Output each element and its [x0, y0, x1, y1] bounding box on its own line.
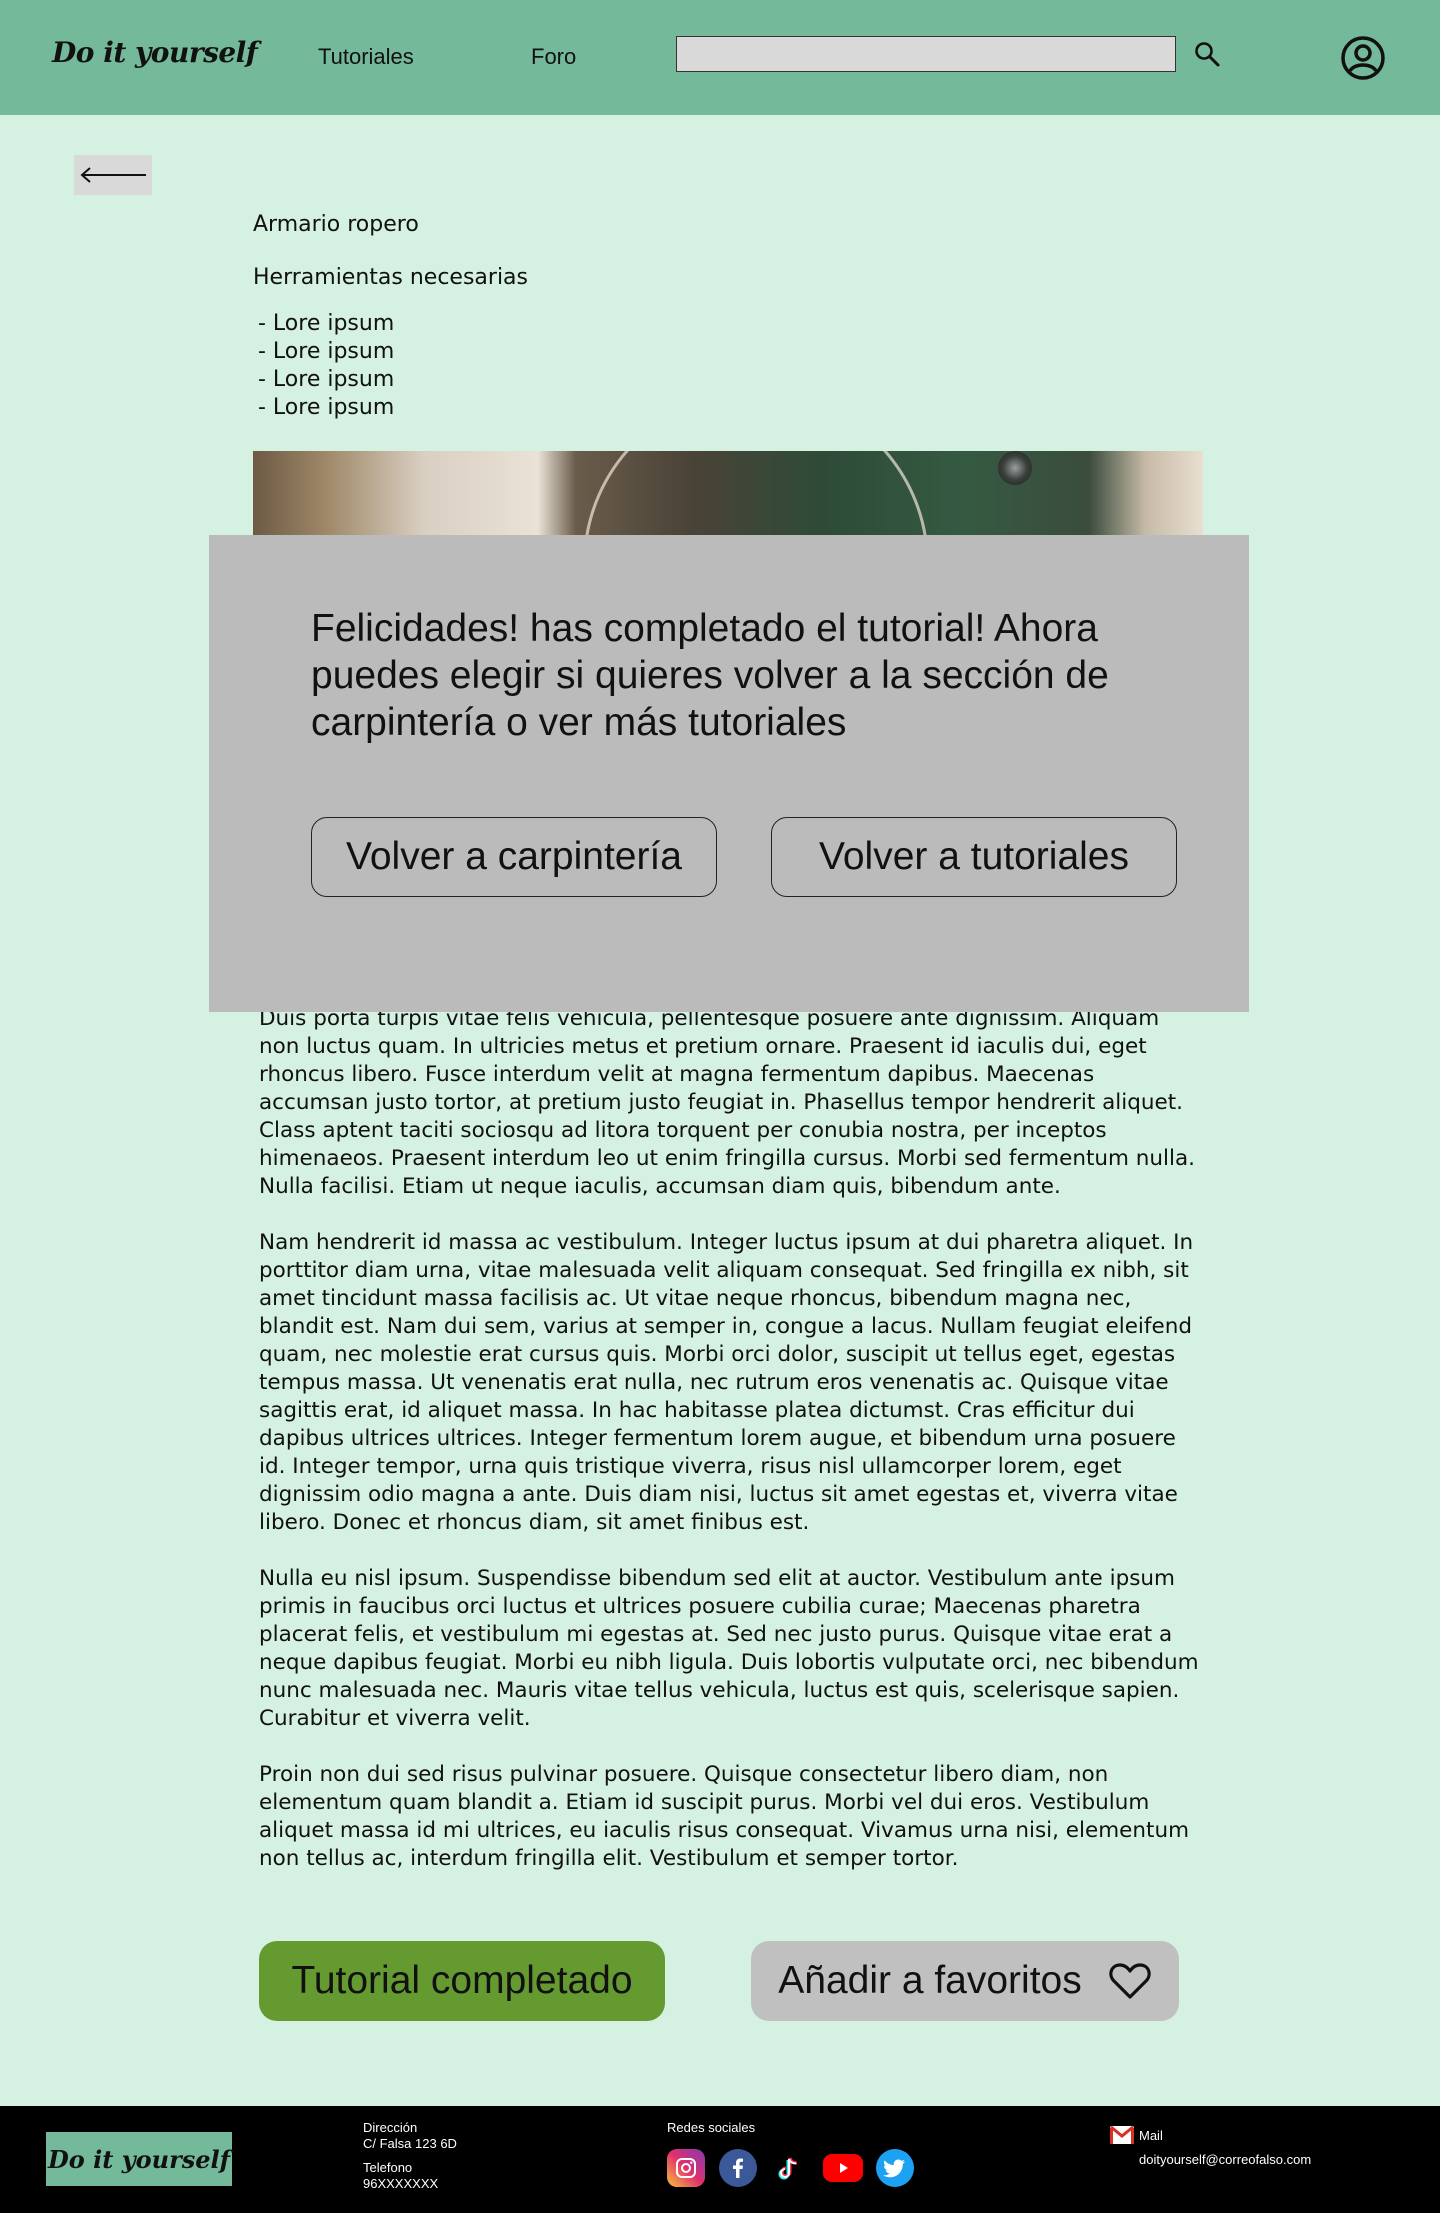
completion-modal: Felicidades! has completado el tutorial!… [209, 535, 1249, 1012]
instagram-icon[interactable] [667, 2149, 705, 2187]
tutorial-image [253, 451, 1203, 536]
nav-tutoriales[interactable]: Tutoriales [318, 44, 414, 70]
top-navbar: Do it yourself Tutoriales Foro [0, 0, 1440, 115]
back-button[interactable] [74, 155, 152, 195]
tools-heading: Herramientas necesarias [253, 265, 528, 290]
user-circle-icon[interactable] [1340, 35, 1386, 81]
paragraph: Proin non dui sed risus pulvinar posuere… [259, 1762, 1190, 1871]
search-icon[interactable] [1193, 40, 1223, 70]
modal-message: Felicidades! has completado el tutorial!… [311, 607, 1109, 744]
address-value: C/ Falsa 123 6D [363, 2136, 457, 2151]
nav-foro[interactable]: Foro [531, 44, 576, 70]
footer-logo[interactable]: Do it yourself [46, 2132, 232, 2186]
paragraph: Nulla eu nisl ipsum. Suspendisse bibendu… [259, 1566, 1199, 1731]
back-to-tutorials-button[interactable]: Volver a tutoriales [771, 817, 1177, 897]
favorite-label: Añadir a favoritos [778, 1959, 1082, 2002]
mail-icon [1110, 2126, 1134, 2144]
list-item: - Lore ipsum [258, 339, 395, 364]
paragraph: Duis porta turpis vitae felis vehicula, … [259, 1006, 1196, 1199]
list-item: - Lore ipsum [258, 395, 395, 420]
site-logo[interactable]: Do it yourself [52, 36, 258, 69]
youtube-icon[interactable] [823, 2154, 863, 2182]
footer: Do it yourself Dirección C/ Falsa 123 6D… [0, 2106, 1440, 2213]
article-body: Duis porta turpis vitae felis vehicula, … [259, 1005, 1199, 1901]
search-input[interactable] [676, 36, 1176, 72]
phone-value: 96XXXXXXX [363, 2176, 439, 2191]
tools-list: - Lore ipsum - Lore ipsum - Lore ipsum -… [258, 310, 394, 422]
address-label: Dirección [363, 2120, 418, 2135]
add-favorite-button[interactable]: Añadir a favoritos [751, 1941, 1179, 2021]
heart-icon [1109, 1963, 1151, 1999]
tutorial-complete-button[interactable]: Tutorial completado [259, 1941, 665, 2021]
phone-label: Telefono [363, 2160, 413, 2175]
mail-label: Mail [1139, 2128, 1163, 2143]
facebook-icon[interactable] [719, 2149, 757, 2187]
list-item: - Lore ipsum [258, 311, 395, 336]
tiktok-icon[interactable] [771, 2149, 809, 2187]
arrow-left-icon [80, 167, 146, 183]
social-label: Redes sociales [667, 2120, 756, 2135]
list-item: - Lore ipsum [258, 367, 395, 392]
paragraph: Nam hendrerit id massa ac vestibulum. In… [259, 1230, 1194, 1535]
back-to-carpentry-button[interactable]: Volver a carpintería [311, 817, 717, 897]
article-title: Armario ropero [253, 212, 419, 237]
twitter-icon[interactable] [876, 2149, 914, 2187]
mail-address[interactable]: doityourself@correofalso.com [1139, 2152, 1311, 2168]
